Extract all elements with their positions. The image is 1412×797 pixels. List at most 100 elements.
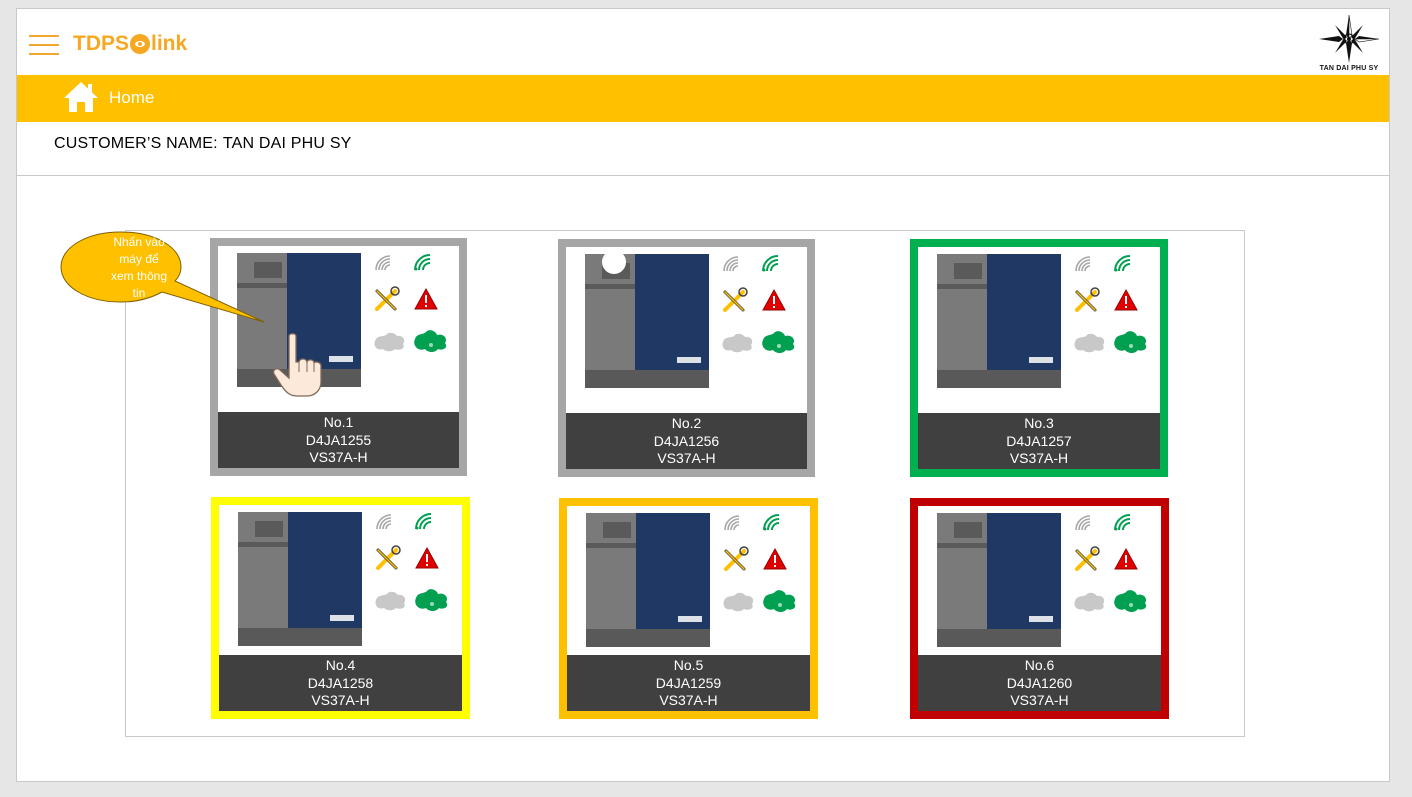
- menu-icon[interactable]: [29, 35, 59, 55]
- app-page: TDPS link TAN DAI PHU SY Home CUSTOMER’S…: [16, 8, 1390, 782]
- warning-icon: [763, 547, 787, 570]
- status-icons: [723, 514, 796, 613]
- machine-model: VS37A-H: [1009, 450, 1069, 466]
- maintenance-tools-icon: [1075, 287, 1100, 312]
- grey-splash-icon: [1074, 592, 1105, 612]
- machine-number: No.2: [671, 415, 702, 431]
- eye-icon: [130, 34, 151, 54]
- green-splash-icon: [762, 331, 795, 354]
- machine-model: VS37A-H: [657, 450, 716, 466]
- machine-model: VS37A-H: [311, 692, 370, 708]
- machine-model: VS37A-H: [309, 449, 368, 465]
- compressor-image: [937, 513, 1061, 647]
- machine-label: No.1 D4JA1255 VS37A-H: [218, 412, 459, 468]
- machine-label: No.2 D4JA1256 VS37A-H: [566, 413, 807, 469]
- machine-number: No.5: [673, 657, 704, 673]
- machine-serial: D4JA1259: [655, 674, 722, 691]
- grey-splash-icon: [1074, 333, 1105, 353]
- machine-number: No.1: [323, 414, 354, 430]
- card-body: No.3 D4JA1257 VS37A-H: [918, 247, 1160, 469]
- card-body: No.4 D4JA1258 VS37A-H: [219, 505, 462, 711]
- machine-label: No.5 D4JA1259 VS37A-H: [567, 655, 810, 711]
- maintenance-tools-icon: [724, 546, 749, 571]
- wifi-on-icon: [1114, 514, 1131, 531]
- grey-splash-icon: [375, 591, 406, 611]
- grey-splash-icon: [722, 333, 753, 353]
- tooltip-line: Nhấn vào: [113, 235, 165, 249]
- status-icons: [375, 513, 448, 612]
- logo-caption: TAN DAI PHU SY: [1319, 65, 1379, 72]
- customer-value: TAN DAI PHU SY: [222, 135, 352, 152]
- card-body: No.5 D4JA1259 VS37A-H: [567, 506, 810, 711]
- wifi-off-icon: [1075, 515, 1091, 531]
- warning-icon: [1114, 288, 1138, 311]
- machine-label: No.6 D4JA1260 VS37A-H: [918, 655, 1161, 711]
- top-bar: TDPS link TAN DAI PHU SY: [17, 9, 1389, 76]
- customer-name: CUSTOMER’S NAME: TAN DAI PHU SY: [54, 135, 352, 153]
- machine-serial: D4JA1257: [1006, 432, 1072, 449]
- maintenance-tools-icon: [723, 287, 748, 312]
- brand-text-right: link: [151, 32, 188, 55]
- machine-label: No.3 D4JA1257 VS37A-H: [918, 413, 1160, 469]
- maintenance-tools-icon: [376, 545, 401, 570]
- status-icons: [1074, 514, 1147, 613]
- green-splash-icon: [1114, 590, 1147, 613]
- warning-icon: [415, 546, 439, 569]
- machine-card-3[interactable]: No.3 D4JA1257 VS37A-H: [910, 239, 1168, 477]
- brand-text-left: TDPS: [73, 32, 130, 55]
- green-splash-icon: [414, 330, 447, 353]
- brand-logo[interactable]: TDPS link: [73, 31, 187, 57]
- machine-card-4[interactable]: No.4 D4JA1258 VS37A-H: [211, 497, 470, 719]
- green-splash-icon: [415, 589, 448, 612]
- wifi-off-icon: [375, 255, 391, 271]
- card-body: No.6 D4JA1260 VS37A-H: [918, 506, 1161, 711]
- compressor-image: [937, 254, 1061, 388]
- machine-model: VS37A-H: [1010, 692, 1069, 708]
- compass-star-icon: [1319, 14, 1380, 63]
- status-icons: [722, 255, 795, 354]
- green-splash-icon: [1114, 331, 1147, 354]
- tooltip-line: xem thông: [110, 269, 168, 283]
- company-logo: TAN DAI PHU SY: [1315, 13, 1383, 75]
- wifi-off-icon: [1075, 256, 1091, 272]
- machine-serial: D4JA1258: [307, 674, 374, 691]
- warning-icon: [414, 287, 438, 310]
- machine-serial: D4JA1260: [1006, 674, 1073, 691]
- wifi-on-icon: [763, 514, 780, 531]
- machine-card-2[interactable]: No.2 D4JA1256 VS37A-H: [558, 239, 815, 477]
- wifi-on-icon: [415, 513, 432, 530]
- hand-pointer-icon: [272, 333, 322, 397]
- warning-icon: [762, 288, 786, 311]
- machine-card-5[interactable]: No.5 D4JA1259 VS37A-H: [559, 498, 818, 719]
- wifi-off-icon: [724, 515, 740, 531]
- wifi-on-icon: [762, 255, 779, 272]
- machine-model: VS37A-H: [659, 692, 718, 708]
- green-splash-icon: [763, 590, 796, 613]
- tooltip-line: máy để: [119, 252, 159, 266]
- machine-serial: D4JA1255: [305, 431, 372, 448]
- machine-label: No.4 D4JA1258 VS37A-H: [219, 655, 462, 711]
- home-icon[interactable]: [63, 80, 99, 114]
- nav-bar: Home: [17, 75, 1389, 122]
- wifi-on-icon: [414, 254, 431, 271]
- machine-number: No.3: [1024, 415, 1054, 431]
- divider: [17, 175, 1389, 176]
- machine-number: No.4: [325, 657, 356, 673]
- wifi-off-icon: [723, 256, 739, 272]
- warning-icon: [1114, 547, 1138, 570]
- status-icons: [1074, 255, 1147, 354]
- grey-splash-icon: [723, 592, 754, 612]
- wifi-on-icon: [1114, 255, 1131, 272]
- compressor-image: [238, 512, 362, 646]
- status-icons: [374, 254, 447, 353]
- home-link[interactable]: Home: [109, 88, 154, 108]
- machine-serial: D4JA1256: [653, 432, 720, 449]
- maintenance-tools-icon: [375, 286, 400, 311]
- machine-number: No.6: [1024, 657, 1055, 673]
- wifi-off-icon: [376, 514, 392, 530]
- customer-label: CUSTOMER’S NAME:: [54, 135, 218, 152]
- compressor-image: [585, 254, 709, 388]
- grey-splash-icon: [374, 332, 405, 352]
- machine-card-6[interactable]: No.6 D4JA1260 VS37A-H: [910, 498, 1169, 719]
- maintenance-tools-icon: [1075, 546, 1100, 571]
